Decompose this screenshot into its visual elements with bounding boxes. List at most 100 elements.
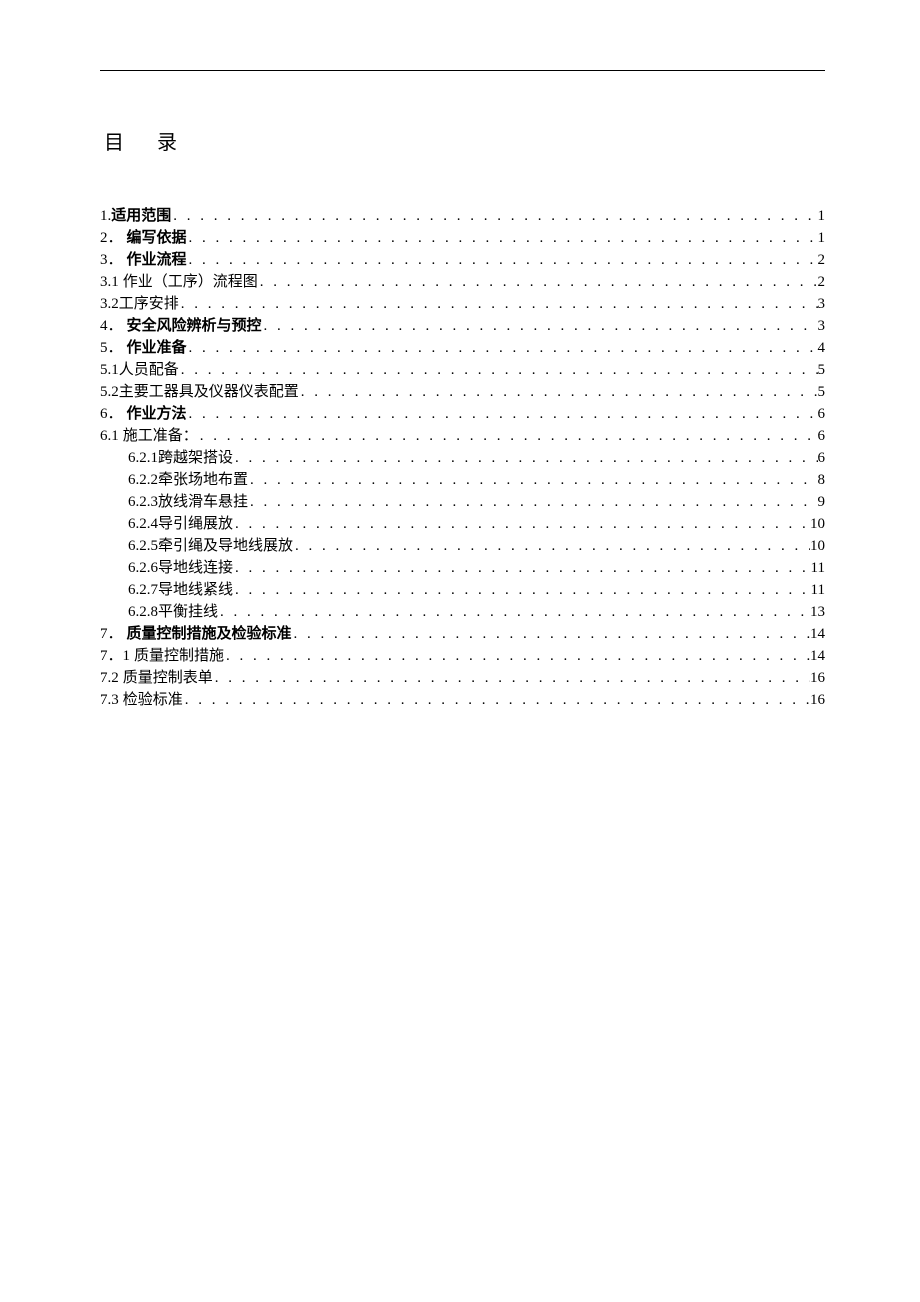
toc-entry[interactable]: 6.2.1 跨越架搭设. . . . . . . . . . . . . . .…: [100, 447, 825, 469]
toc-leader-dots: . . . . . . . . . . . . . . . . . . . . …: [233, 513, 810, 536]
toc-text: 导引绳展放: [158, 513, 233, 536]
toc-entry[interactable]: 7.2质量控制表单 . . . . . . . . . . . . . . . …: [100, 667, 825, 689]
toc-number: 1.: [100, 205, 111, 228]
toc-page-number: 11: [811, 557, 825, 580]
toc-entry[interactable]: 5．作业准备. . . . . . . . . . . . . . . . . …: [100, 337, 825, 359]
toc-page-number: 4: [818, 337, 826, 360]
toc-page-number: 14: [810, 645, 825, 668]
toc-entry[interactable]: 7．质量控制措施及检验标准. . . . . . . . . . . . . .…: [100, 623, 825, 645]
toc-leader-dots: . . . . . . . . . . . . . . . . . . . . …: [233, 447, 817, 470]
toc-page-number: 16: [810, 667, 825, 690]
toc-number: 6.2.3: [128, 491, 158, 514]
toc-leader-dots: . . . . . . . . . . . . . . . . . . . . …: [233, 579, 811, 602]
toc-text: 作业方法: [127, 403, 187, 426]
toc-entry[interactable]: 6.2.3 放线滑车悬挂. . . . . . . . . . . . . . …: [100, 491, 825, 513]
toc-leader-dots: . . . . . . . . . . . . . . . . . . . . …: [262, 315, 818, 338]
toc-entry[interactable]: 6.2.4 导引绳展放. . . . . . . . . . . . . . .…: [100, 513, 825, 535]
toc-page-number: 13: [810, 601, 825, 624]
toc-leader-dots: . . . . . . . . . . . . . . . . . . . . …: [213, 667, 810, 690]
toc-text: 主要工器具及仪器仪表配置: [119, 381, 299, 404]
toc-page-number: 5: [818, 381, 826, 404]
toc-number: 6.2.5: [128, 535, 158, 558]
toc-leader-dots: . . . . . . . . . . . . . . . . . . . . …: [299, 381, 818, 404]
toc-text: 质量控制措施及检验标准: [127, 623, 292, 646]
toc-text: 跨越架搭设: [158, 447, 233, 470]
toc-text: 编写依据: [127, 227, 187, 250]
toc-leader-dots: . . . . . . . . . . . . . . . . . . . . …: [179, 359, 818, 382]
toc-leader-dots: . . . . . . . . . . . . . . . . . . . . …: [187, 249, 818, 272]
toc-text: 放线滑车悬挂: [158, 491, 248, 514]
toc-page-number: 11: [811, 579, 825, 602]
toc-number: 6.2.8: [128, 601, 158, 624]
toc-text: 质量控制措施: [134, 645, 224, 668]
toc-page-number: 14: [810, 623, 825, 646]
toc-entry[interactable]: 1.适用范围. . . . . . . . . . . . . . . . . …: [100, 205, 825, 227]
header-rule: [100, 70, 825, 71]
toc-entry[interactable]: 7．1质量控制措施 . . . . . . . . . . . . . . . …: [100, 645, 825, 667]
toc-text: 作业准备: [127, 337, 187, 360]
toc-number: 2．: [100, 227, 123, 250]
toc-leader-dots: . . . . . . . . . . . . . . . . . . . . …: [248, 469, 817, 492]
toc-page-number: 8: [818, 469, 826, 492]
toc-number: 4．: [100, 315, 123, 338]
toc-number: 6．: [100, 403, 123, 426]
toc-leader-dots: . . . . . . . . . . . . . . . . . . . . …: [187, 227, 818, 250]
toc-text: 平衡挂线: [158, 601, 218, 624]
toc-leader-dots: . . . . . . . . . . . . . . . . . . . . …: [293, 535, 810, 558]
toc-leader-dots: . . . . . . . . . . . . . . . . . . . . …: [187, 337, 818, 360]
toc-page-number: 6: [818, 425, 826, 448]
toc-number: 5.2: [100, 381, 119, 404]
toc-entry[interactable]: 4．安全风险辨析与预控. . . . . . . . . . . . . . .…: [100, 315, 825, 337]
toc-entry[interactable]: 6.2.2 牵张场地布置. . . . . . . . . . . . . . …: [100, 469, 825, 491]
toc-entry[interactable]: 5.2 主要工器具及仪器仪表配置. . . . . . . . . . . . …: [100, 381, 825, 403]
toc-number: 6.2.1: [128, 447, 158, 470]
toc-number: 7.2: [100, 667, 119, 690]
toc-text: 牵张场地布置: [158, 469, 248, 492]
toc-text: 适用范围: [111, 205, 171, 228]
toc-text: 检验标准: [123, 689, 183, 712]
toc-leader-dots: . . . . . . . . . . . . . . . . . . . . …: [198, 425, 818, 448]
toc-entry[interactable]: 3．作业流程. . . . . . . . . . . . . . . . . …: [100, 249, 825, 271]
toc-page-number: 1: [818, 227, 826, 250]
toc-entry[interactable]: 2．编写依据. . . . . . . . . . . . . . . . . …: [100, 227, 825, 249]
toc-page-number: 5: [818, 359, 826, 382]
toc-page-number: 2: [818, 249, 826, 272]
toc-entry[interactable]: 3.1作业（工序）流程图 . . . . . . . . . . . . . .…: [100, 271, 825, 293]
toc-page-number: 3: [818, 293, 826, 316]
toc-text: 人员配备: [119, 359, 179, 382]
toc-page-number: 6: [818, 447, 826, 470]
toc-entry[interactable]: 6.2.6 导地线连接. . . . . . . . . . . . . . .…: [100, 557, 825, 579]
toc-entry[interactable]: 3.2 工序安排. . . . . . . . . . . . . . . . …: [100, 293, 825, 315]
toc-page-number: 9: [818, 491, 826, 514]
toc-page-number: 1: [818, 205, 826, 228]
toc-page-number: 2: [818, 271, 826, 294]
toc-page-number: 16: [810, 689, 825, 712]
toc-number: 5．: [100, 337, 123, 360]
toc-entry[interactable]: 6.2.8 平衡挂线. . . . . . . . . . . . . . . …: [100, 601, 825, 623]
toc-number: 6.2.2: [128, 469, 158, 492]
toc-leader-dots: . . . . . . . . . . . . . . . . . . . . …: [233, 557, 811, 580]
toc-leader-dots: . . . . . . . . . . . . . . . . . . . . …: [183, 689, 810, 712]
toc-number: 5.1: [100, 359, 119, 382]
toc-leader-dots: . . . . . . . . . . . . . . . . . . . . …: [179, 293, 818, 316]
toc-number: 3.1: [100, 271, 119, 294]
toc-number: 7．: [100, 623, 123, 646]
toc-leader-dots: . . . . . . . . . . . . . . . . . . . . …: [224, 645, 810, 668]
toc-text: 质量控制表单: [123, 667, 213, 690]
toc-entry[interactable]: 6.2.7 导地线紧线. . . . . . . . . . . . . . .…: [100, 579, 825, 601]
toc-page-number: 10: [810, 513, 825, 536]
toc-number: 7．1: [100, 645, 130, 668]
toc-entry[interactable]: 6．作业方法. . . . . . . . . . . . . . . . . …: [100, 403, 825, 425]
toc-number: 6.2.6: [128, 557, 158, 580]
toc-entry[interactable]: 7.3检验标准 . . . . . . . . . . . . . . . . …: [100, 689, 825, 711]
toc-entry[interactable]: 6.1施工准备： . . . . . . . . . . . . . . . .…: [100, 425, 825, 447]
toc-number: 3．: [100, 249, 123, 272]
toc-text: 导地线连接: [158, 557, 233, 580]
toc-entry[interactable]: 5.1 人员配备. . . . . . . . . . . . . . . . …: [100, 359, 825, 381]
toc-text: 作业（工序）流程图: [123, 271, 258, 294]
toc-leader-dots: . . . . . . . . . . . . . . . . . . . . …: [258, 271, 818, 294]
toc-number: 3.2: [100, 293, 119, 316]
toc-entry[interactable]: 6.2.5 牵引绳及导地线展放. . . . . . . . . . . . .…: [100, 535, 825, 557]
toc-page-number: 3: [818, 315, 826, 338]
toc-number: 6.1: [100, 425, 119, 448]
